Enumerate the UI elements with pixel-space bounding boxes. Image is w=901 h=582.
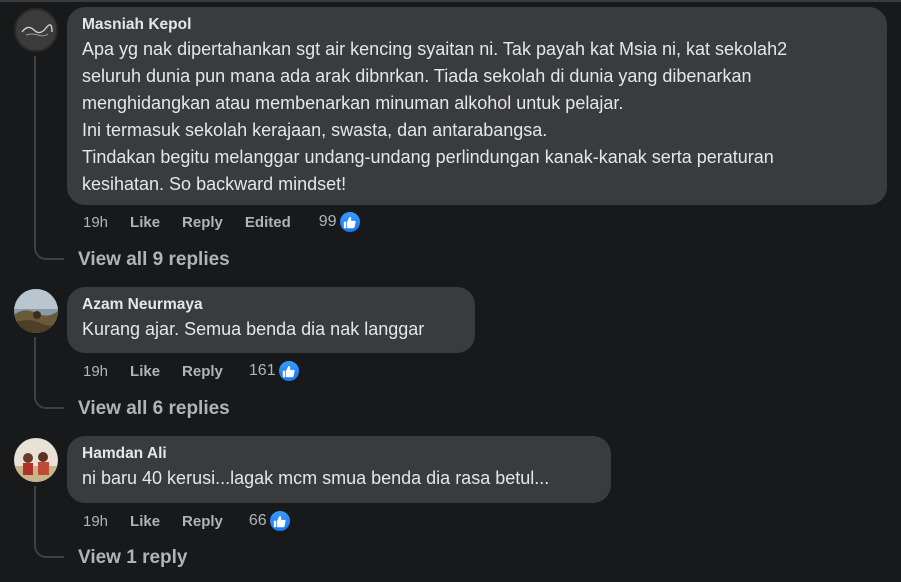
comment-actions: 19h Like Reply 66 [83, 509, 292, 533]
view-replies-link[interactable]: View all 6 replies [78, 397, 230, 421]
thread-line [34, 56, 36, 246]
comment-text: Apa yg nak dipertahankan sgt air kencing… [82, 39, 788, 194]
comment-timestamp[interactable]: 19h [83, 363, 108, 380]
thread-line [34, 337, 36, 395]
like-reaction-icon [276, 359, 301, 383]
like-button[interactable]: Like [130, 513, 160, 530]
top-divider [0, 0, 901, 2]
view-replies-link[interactable]: View 1 reply [78, 546, 188, 570]
like-reaction-icon [267, 509, 292, 533]
comment-author[interactable]: Hamdan Ali [82, 444, 597, 464]
reaction-count: 161 [248, 362, 276, 379]
reaction-summary[interactable]: 161 [249, 359, 301, 383]
reaction-summary[interactable]: 66 [249, 509, 292, 533]
comment-bubble: Azam Neurmaya Kurang ajar. Semua benda d… [67, 287, 475, 353]
comment-bubble: Masniah Kepol Apa yg nak dipertahankan s… [67, 7, 887, 205]
avatar[interactable] [14, 438, 58, 482]
thread-line [34, 486, 36, 544]
comment-author[interactable]: Masniah Kepol [82, 15, 873, 35]
avatar[interactable] [14, 8, 58, 52]
reaction-count: 66 [248, 512, 267, 529]
comment-timestamp[interactable]: 19h [83, 214, 108, 231]
thread-connector [34, 544, 64, 558]
edited-label[interactable]: Edited [245, 214, 291, 231]
like-button[interactable]: Like [130, 363, 160, 380]
comment-actions: 19h Like Reply 161 [83, 359, 301, 383]
thread-connector [34, 395, 64, 409]
reply-button[interactable]: Reply [182, 214, 223, 231]
reply-button[interactable]: Reply [182, 363, 223, 380]
comment-bubble: Hamdan Ali ni baru 40 kerusi...lagak mcm… [67, 436, 611, 503]
comment-text: Kurang ajar. Semua benda dia nak langgar [82, 319, 425, 339]
reaction-summary[interactable]: 99 [319, 210, 362, 234]
like-button[interactable]: Like [130, 214, 160, 231]
comment-timestamp[interactable]: 19h [83, 513, 108, 530]
comment-actions: 19h Like Reply Edited 99 [83, 210, 362, 234]
comment-author[interactable]: Azam Neurmaya [82, 295, 461, 315]
reply-button[interactable]: Reply [182, 513, 223, 530]
like-reaction-icon [337, 210, 362, 234]
view-replies-link[interactable]: View all 9 replies [78, 248, 230, 272]
comment-text: ni baru 40 kerusi...lagak mcm smua benda… [82, 468, 550, 488]
thread-connector [34, 246, 64, 260]
avatar[interactable] [14, 289, 58, 333]
reaction-count: 99 [318, 213, 337, 230]
